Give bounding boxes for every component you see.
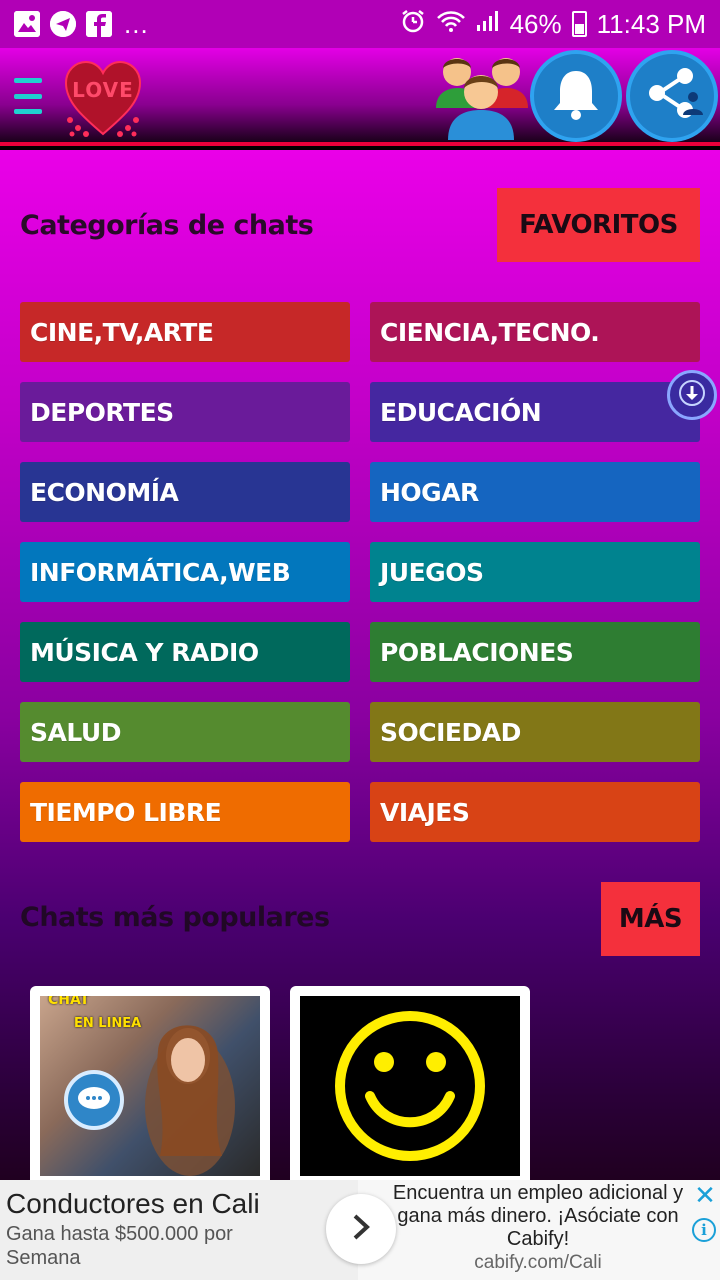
telegram-icon [50,11,76,37]
categories-title: Categorías de chats [20,210,314,241]
chevron-right-icon [349,1212,373,1246]
popular-chat-card[interactable] [290,986,530,1186]
category-button[interactable]: CIENCIA,TECNO. [370,302,700,362]
category-button[interactable]: EDUCACIÓN [370,382,700,442]
category-button[interactable]: HOGAR [370,462,700,522]
popular-chat-card[interactable]: CHAT EN LINEA [30,986,270,1186]
status-bar: ... 46% 11:43 PM [0,0,720,48]
ad-description: Encuentra un empleo adicional y gana más… [392,1182,684,1250]
category-button[interactable]: JUEGOS [370,542,700,602]
status-more: ... [124,8,149,39]
category-button[interactable]: ECONOMÍA [20,462,350,522]
users-icon[interactable] [432,48,530,144]
facebook-icon [86,11,112,37]
smiley-icon [300,996,520,1176]
category-button[interactable]: SALUD [20,702,350,762]
category-button[interactable]: VIAJES [370,782,700,842]
notifications-button[interactable] [530,50,622,142]
wifi-icon [436,9,466,40]
category-button[interactable]: TIEMPO LIBRE [20,782,350,842]
favorites-button[interactable]: FAVORITOS [497,188,700,262]
battery-percent: 46% [509,8,562,39]
main-content: Categorías de chats FAVORITOS CINE,TV,AR… [0,150,720,1186]
more-button[interactable]: MÁS [601,882,700,956]
signal-icon [476,9,500,40]
category-button[interactable]: DEPORTES [20,382,350,442]
bell-icon [551,67,601,125]
download-float-button[interactable] [667,370,717,420]
arrow-down-icon [678,379,706,411]
clock: 11:43 PM [596,8,706,39]
status-right: 46% 11:43 PM [400,8,706,41]
ad-subtitle: Gana hasta $500.000 por Semana [6,1223,233,1269]
ad-description-panel[interactable]: Encuentra un empleo adicional y gana más… [358,1180,720,1280]
share-button[interactable] [626,50,718,142]
love-logo: LOVE [62,56,144,142]
ad-title[interactable]: Conductores en Cali [6,1188,260,1220]
gallery-icon [14,11,40,37]
popular-title: Chats más populares [20,902,330,933]
battery-icon [571,11,587,37]
menu-icon[interactable] [14,78,42,114]
ad-url[interactable]: cabify.com/Cali [388,1252,688,1274]
share-icon [641,63,703,129]
category-button[interactable]: SOCIEDAD [370,702,700,762]
category-button[interactable]: CINE,TV,ARTE [20,302,350,362]
status-left: ... [14,9,149,40]
chat-thumbnail: CHAT EN LINEA [40,996,260,1176]
category-button[interactable]: POBLACIONES [370,622,700,682]
logo-text: LOVE [72,78,134,102]
app-bar: LOVE [0,48,720,146]
category-button[interactable]: MÚSICA Y RADIO [20,622,350,682]
ad-open-button[interactable] [326,1194,396,1264]
ad-banner[interactable]: Conductores en Cali Gana hasta $500.000 … [0,1180,720,1280]
ad-close-icon[interactable]: ✕ [693,1183,717,1209]
category-button[interactable]: INFORMÁTICA,WEB [20,542,350,602]
alarm-icon [400,8,426,41]
ad-info-icon[interactable]: i [692,1218,716,1242]
